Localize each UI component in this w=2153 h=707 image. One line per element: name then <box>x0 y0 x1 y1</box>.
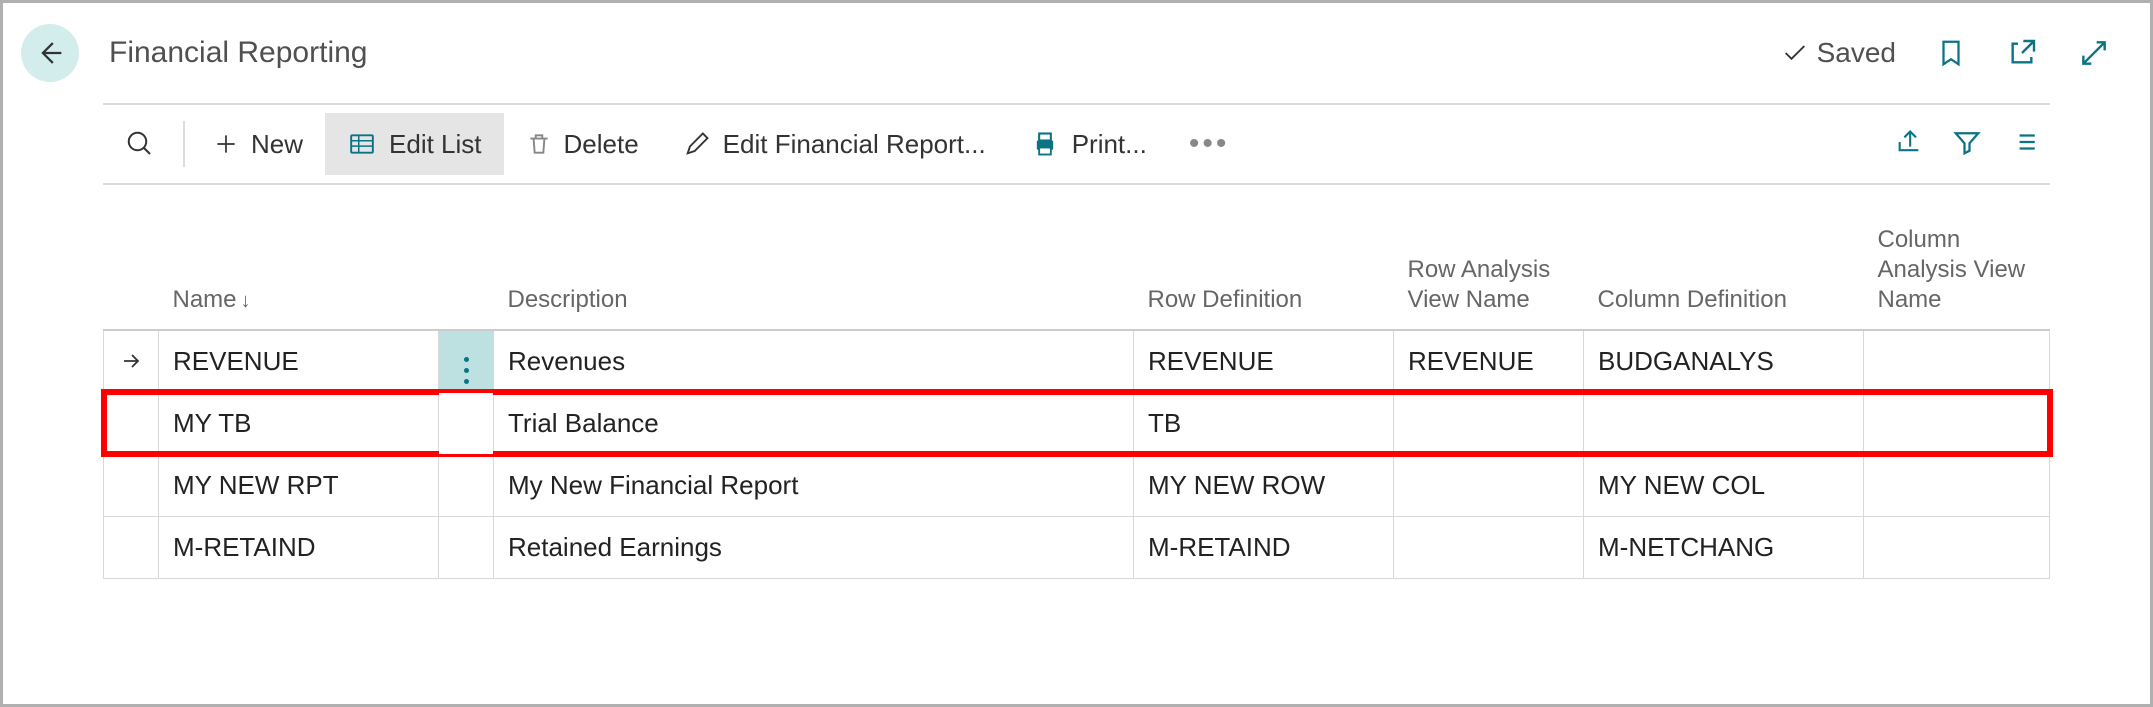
filter-button[interactable] <box>1952 127 1982 162</box>
check-icon <box>1781 39 1809 67</box>
delete-label: Delete <box>564 129 639 160</box>
search-button[interactable] <box>103 113 177 175</box>
more-actions-button[interactable]: ••• <box>1169 127 1250 161</box>
cell-description[interactable]: Revenues <box>494 330 1134 392</box>
col-column-analysis-header[interactable]: Column Analysis View Name <box>1864 215 2050 330</box>
plus-icon <box>213 131 239 157</box>
share-icon <box>1894 128 1924 156</box>
col-description-header[interactable]: Description <box>494 215 1134 330</box>
print-icon <box>1030 130 1060 158</box>
table-row[interactable]: M-RETAIND Retained Earnings M-RETAIND M-… <box>104 516 2050 578</box>
bookmark-icon <box>1936 36 1966 70</box>
col-row-definition-header[interactable]: Row Definition <box>1134 215 1394 330</box>
cell-column-analysis[interactable] <box>1864 516 2050 578</box>
row-indicator[interactable] <box>104 330 159 392</box>
col-row-analysis-header[interactable]: Row Analysis View Name <box>1394 215 1584 330</box>
new-button[interactable]: New <box>191 113 325 175</box>
back-button[interactable] <box>21 24 79 82</box>
row-menu-button[interactable] <box>439 392 494 454</box>
cell-column-definition[interactable]: BUDGANALYS <box>1584 330 1864 392</box>
edit-list-icon <box>347 131 377 157</box>
separator <box>183 121 185 167</box>
edit-report-label: Edit Financial Report... <box>723 129 986 160</box>
cell-row-analysis[interactable]: REVENUE <box>1394 330 1584 392</box>
ellipsis-icon: ••• <box>1189 127 1230 160</box>
row-indicator[interactable] <box>104 516 159 578</box>
new-label: New <box>251 129 303 160</box>
expand-button[interactable] <box>2078 37 2110 69</box>
cell-row-analysis[interactable] <box>1394 454 1584 516</box>
popout-button[interactable] <box>2006 37 2038 69</box>
cell-name[interactable]: REVENUE <box>159 330 439 392</box>
saved-label: Saved <box>1817 37 1896 69</box>
table-row[interactable]: MY TB Trial Balance TB <box>104 392 2050 454</box>
edit-financial-report-button[interactable]: Edit Financial Report... <box>661 113 1008 175</box>
cell-description[interactable]: Retained Earnings <box>494 516 1134 578</box>
cell-column-definition[interactable]: M-NETCHANG <box>1584 516 1864 578</box>
bookmark-button[interactable] <box>1936 36 1966 70</box>
table-row[interactable]: REVENUE Revenues REVENUE REVENUE BUDGANA… <box>104 330 2050 392</box>
expand-icon <box>2078 37 2110 69</box>
cell-name[interactable]: M-RETAIND <box>159 516 439 578</box>
pencil-icon <box>683 130 711 158</box>
sort-down-icon: ↓ <box>241 290 251 312</box>
divider <box>103 183 2050 185</box>
cell-name[interactable]: MY TB <box>159 392 439 454</box>
cell-column-definition[interactable] <box>1584 392 1864 454</box>
print-label: Print... <box>1072 129 1147 160</box>
row-menu-button[interactable] <box>439 330 494 392</box>
row-menu-button[interactable] <box>439 516 494 578</box>
arrow-left-icon <box>33 36 67 70</box>
share-button[interactable] <box>1894 128 1924 161</box>
cell-row-analysis[interactable] <box>1394 516 1584 578</box>
list-view-button[interactable] <box>2010 129 2040 160</box>
cell-column-definition[interactable]: MY NEW COL <box>1584 454 1864 516</box>
trash-icon <box>526 129 552 159</box>
row-menu-button[interactable] <box>439 454 494 516</box>
cell-description[interactable]: My New Financial Report <box>494 454 1134 516</box>
list-icon <box>2010 129 2040 155</box>
col-name-label: Name <box>173 286 237 313</box>
search-icon <box>125 129 155 159</box>
col-name-header[interactable]: Name↓ <box>159 215 439 330</box>
cell-column-analysis[interactable] <box>1864 454 2050 516</box>
arrow-right-icon <box>119 349 143 373</box>
print-button[interactable]: Print... <box>1008 113 1169 175</box>
table-row[interactable]: MY NEW RPT My New Financial Report MY NE… <box>104 454 2050 516</box>
financial-reports-table: Name↓ Description Row Definition Row Ana… <box>103 215 2050 579</box>
cell-description[interactable]: Trial Balance <box>494 392 1134 454</box>
cell-column-analysis[interactable] <box>1864 392 2050 454</box>
cell-name[interactable]: MY NEW RPT <box>159 454 439 516</box>
saved-indicator: Saved <box>1781 37 1896 69</box>
edit-list-label: Edit List <box>389 129 482 160</box>
popout-icon <box>2006 37 2038 69</box>
cell-row-definition[interactable]: MY NEW ROW <box>1134 454 1394 516</box>
page-title: Financial Reporting <box>109 36 1781 70</box>
edit-list-button[interactable]: Edit List <box>325 113 504 175</box>
kebab-icon <box>464 357 469 384</box>
cell-column-analysis[interactable] <box>1864 330 2050 392</box>
row-indicator[interactable] <box>104 454 159 516</box>
col-selector <box>104 215 159 330</box>
col-actions <box>439 215 494 330</box>
col-column-definition-header[interactable]: Column Definition <box>1584 215 1864 330</box>
delete-button[interactable]: Delete <box>504 113 661 175</box>
row-indicator[interactable] <box>104 392 159 454</box>
filter-icon <box>1952 127 1982 157</box>
cell-row-definition[interactable]: TB <box>1134 392 1394 454</box>
cell-row-definition[interactable]: M-RETAIND <box>1134 516 1394 578</box>
cell-row-analysis[interactable] <box>1394 392 1584 454</box>
cell-row-definition[interactable]: REVENUE <box>1134 330 1394 392</box>
